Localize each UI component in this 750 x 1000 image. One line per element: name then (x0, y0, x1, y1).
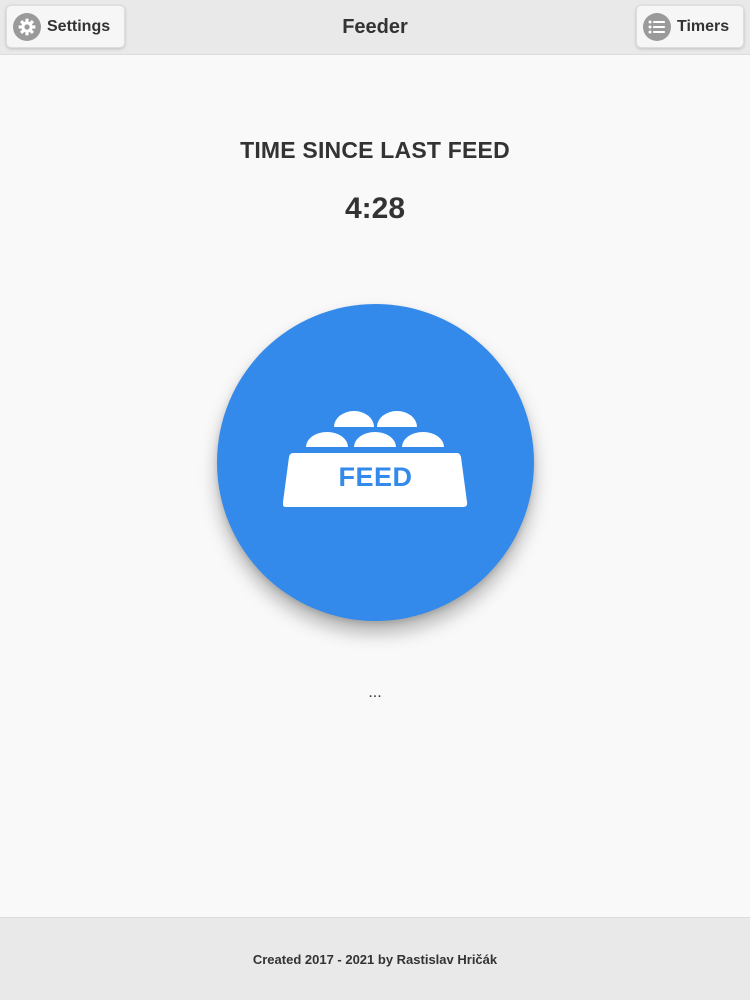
feed-button[interactable]: FEED (217, 304, 534, 621)
time-since-value: 4:28 (344, 192, 406, 225)
list-icon (643, 12, 671, 41)
time-since-label: TIME SINCE LAST FEED (240, 137, 510, 163)
header-bar: Settings Feeder Timers (0, 0, 750, 55)
footer-bar: Created 2017 - 2021 by Rastislav Hričák (0, 917, 750, 1000)
status-text: ... (368, 684, 382, 701)
footer-credit: Created 2017 - 2021 by Rastislav Hričák (252, 952, 498, 967)
feed-button-label: FEED (338, 462, 413, 492)
timers-button-label: Timers (677, 17, 730, 35)
timers-button[interactable]: Timers (636, 5, 744, 48)
food-bowl-icon (283, 411, 468, 507)
main-content: TIME SINCE LAST FEED 4:28 FEED ... (0, 56, 750, 917)
